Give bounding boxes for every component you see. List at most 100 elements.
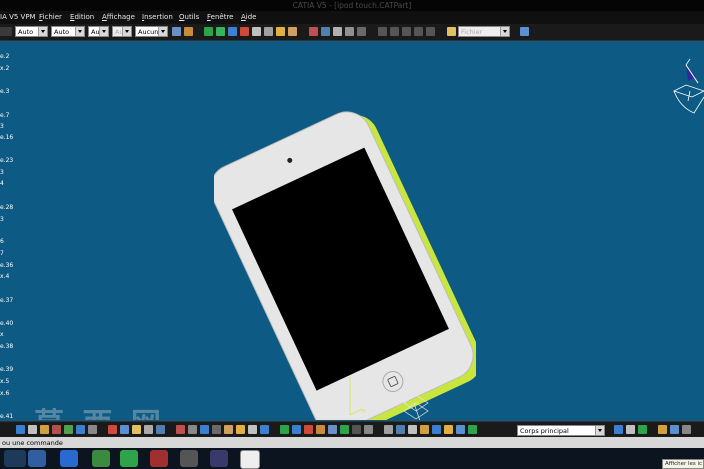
stiffener-icon[interactable] — [132, 425, 141, 434]
remove-loft-icon[interactable] — [156, 425, 165, 434]
snap-icon[interactable] — [414, 27, 423, 36]
chevron-down-icon[interactable] — [158, 27, 167, 36]
zoom-out-icon[interactable] — [264, 27, 273, 36]
menu-aide[interactable]: Aide — [241, 11, 257, 24]
fillet-icon[interactable] — [176, 425, 185, 434]
tree-node-label[interactable]: 3 — [0, 123, 4, 130]
catalog-icon[interactable] — [520, 27, 529, 36]
thickness-icon[interactable] — [224, 425, 233, 434]
menu-edition[interactable]: Edition — [70, 11, 94, 24]
3d-viewport[interactable]: e.2 x.2 e.3 e.7 3 e.16 e.23 3 4 e.28 3 6 7 e.36 x.4 e.3… — [0, 41, 704, 420]
tree-node-label[interactable]: 3 — [0, 169, 4, 176]
remove-face-icon[interactable] — [248, 425, 257, 434]
tree-node-label[interactable]: e.23 — [0, 157, 13, 164]
mirror-icon[interactable] — [316, 425, 325, 434]
tree-node-label[interactable]: e.16 — [0, 134, 13, 141]
chevron-down-icon[interactable] — [595, 426, 604, 435]
edges-icon[interactable] — [345, 27, 354, 36]
grid-icon[interactable] — [426, 27, 435, 36]
tree-node-label[interactable]: 4 — [0, 180, 4, 187]
sew-surface-icon[interactable] — [396, 425, 405, 434]
menu-insertion[interactable]: Insertion — [142, 11, 173, 24]
fly-mode-icon[interactable] — [204, 27, 213, 36]
style-combo[interactable]: Aucun — [135, 26, 168, 37]
command-input[interactable] — [0, 437, 270, 448]
menu-outils[interactable]: Outils — [179, 11, 199, 24]
tree-node-label[interactable]: 3 — [0, 216, 4, 223]
add-icon[interactable] — [432, 425, 441, 434]
menu-fenetre[interactable]: Fenêtre — [207, 11, 233, 24]
wireframe-icon[interactable] — [357, 27, 366, 36]
plane-icon[interactable] — [28, 425, 37, 434]
tree-node-label[interactable]: e.39 — [0, 366, 13, 373]
inertia-icon[interactable] — [402, 27, 411, 36]
tree-node-label[interactable]: e.40 — [0, 320, 13, 327]
loft-icon[interactable] — [144, 425, 153, 434]
chevron-down-icon[interactable] — [99, 27, 108, 36]
measure-between-icon[interactable] — [614, 425, 623, 434]
shading-icon[interactable] — [333, 27, 342, 36]
app-icon-3[interactable] — [92, 450, 110, 467]
start-icon[interactable] — [4, 450, 26, 467]
fichier-combo[interactable]: Fichier — [458, 26, 510, 37]
pattern-icon[interactable] — [328, 425, 337, 434]
ipod-model[interactable] — [214, 111, 476, 420]
app-icon-5[interactable] — [150, 450, 168, 467]
pad-icon[interactable] — [40, 425, 49, 434]
rules-icon[interactable] — [682, 425, 691, 434]
catalog-browser-icon[interactable] — [638, 425, 647, 434]
split-icon[interactable] — [352, 425, 361, 434]
tree-node-label[interactable]: x.2 — [0, 65, 9, 72]
shaft-icon[interactable] — [64, 425, 73, 434]
app-icon-2[interactable] — [60, 450, 78, 467]
measure-icon[interactable] — [378, 27, 387, 36]
fit-all-icon[interactable] — [216, 27, 225, 36]
hide-show-icon[interactable] — [309, 27, 318, 36]
catia-task-icon[interactable] — [240, 450, 260, 469]
render-combo[interactable]: Aut — [112, 26, 132, 37]
tree-node-label[interactable]: e.37 — [0, 297, 13, 304]
symmetry-icon[interactable] — [304, 425, 313, 434]
draft-icon[interactable] — [200, 425, 209, 434]
compass-icon[interactable] — [668, 57, 704, 123]
menu-affichage[interactable]: Affichage — [102, 11, 135, 24]
tree-node-label[interactable]: e.2 — [0, 53, 9, 60]
tree-node-label[interactable]: e.3 — [0, 88, 9, 95]
translate-icon[interactable] — [280, 425, 289, 434]
rotate-icon[interactable] — [240, 27, 249, 36]
app-icon-4[interactable] — [120, 450, 138, 467]
apply-material-icon[interactable] — [626, 425, 635, 434]
folder-icon[interactable] — [447, 27, 456, 36]
rib-icon[interactable] — [108, 425, 117, 434]
hole-icon[interactable] — [88, 425, 97, 434]
app-icon-7[interactable] — [210, 450, 228, 467]
replace-face-icon[interactable] — [260, 425, 269, 434]
tree-node-label[interactable]: 6 — [0, 238, 4, 245]
tree-node-label[interactable]: x.4 — [0, 273, 9, 280]
chevron-down-icon[interactable] — [75, 27, 84, 36]
measure-item-icon[interactable] — [390, 27, 399, 36]
pan-icon[interactable] — [228, 27, 237, 36]
tree-node-label[interactable]: e.28 — [0, 204, 13, 211]
body-combo[interactable]: Corps principal — [517, 425, 605, 436]
scale-icon[interactable] — [340, 425, 349, 434]
tree-node-label[interactable]: e.41 — [0, 413, 13, 420]
remove-icon[interactable] — [444, 425, 453, 434]
sketch-icon[interactable] — [16, 425, 25, 434]
shell-icon[interactable] — [212, 425, 221, 434]
rotate-icon[interactable] — [292, 425, 301, 434]
chevron-down-icon[interactable] — [38, 27, 47, 36]
chamfer-icon[interactable] — [188, 425, 197, 434]
groove-icon[interactable] — [76, 425, 85, 434]
normal-view-icon[interactable] — [276, 27, 285, 36]
layer-combo[interactable]: Aut — [88, 26, 109, 37]
app-icon-1[interactable] — [28, 450, 46, 467]
tree-node-label[interactable]: 7 — [0, 250, 4, 257]
paint-icon[interactable] — [172, 27, 181, 36]
brush-icon[interactable] — [184, 27, 193, 36]
thick-surface-icon[interactable] — [364, 425, 373, 434]
thread-icon[interactable] — [236, 425, 245, 434]
linetype-combo[interactable]: Auto — [15, 26, 48, 37]
union-trim-icon[interactable] — [468, 425, 477, 434]
tree-node-label[interactable]: x — [0, 331, 4, 338]
